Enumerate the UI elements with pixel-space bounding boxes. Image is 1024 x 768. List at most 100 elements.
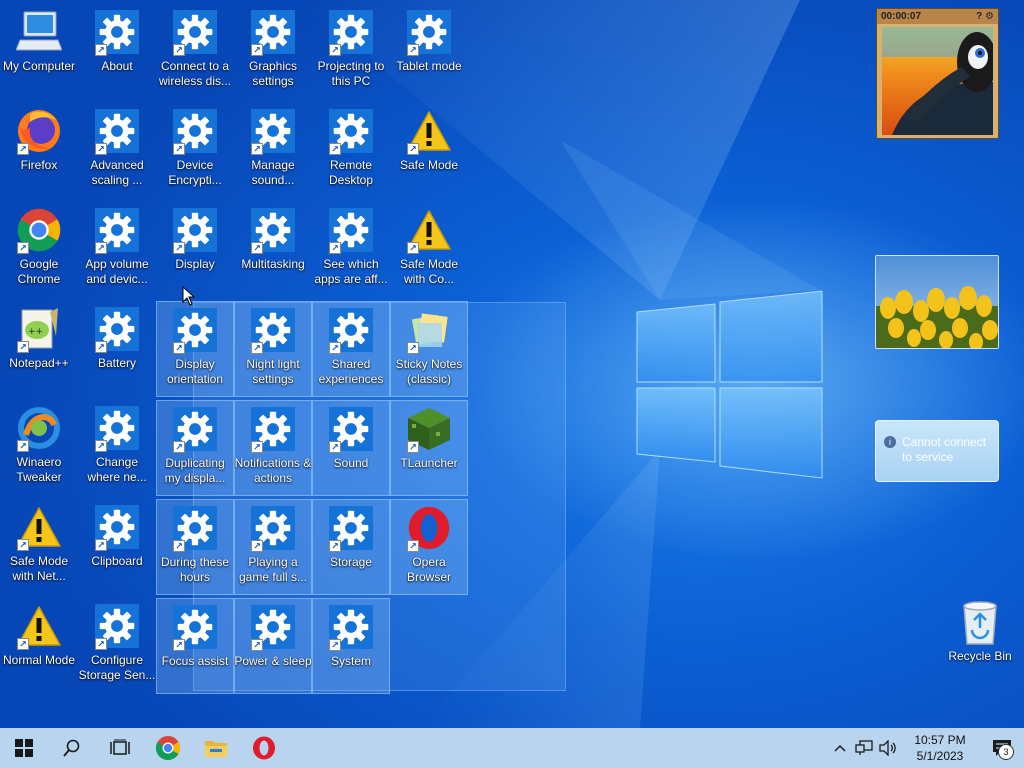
settings-gear-icon: ↗ xyxy=(249,603,297,651)
desktop-icon-focus-assist[interactable]: ↗ Focus assist xyxy=(156,598,234,694)
shortcut-arrow-icon: ↗ xyxy=(95,440,107,452)
toucan-photo xyxy=(882,27,993,135)
firefox-icon: ↗ xyxy=(15,107,63,155)
desktop-icon-opera-browser[interactable]: ↗ Opera Browser xyxy=(390,499,468,595)
folder-icon xyxy=(205,741,227,757)
desktop-icon-connect-wireless[interactable]: ↗ Connect to a wireless dis... xyxy=(156,4,234,100)
help-icon[interactable]: ? xyxy=(976,11,982,22)
settings-gear-icon: ↗ xyxy=(171,603,219,651)
desktop-icon-label: During these hours xyxy=(160,555,230,584)
desktop-icon-graphics-settings[interactable]: ↗ Graphics settings xyxy=(234,4,312,100)
desktop-icon-advanced-scaling[interactable]: ↗ Advanced scaling ... xyxy=(78,103,156,199)
desktop-icon-label: Safe Mode with Net... xyxy=(9,554,69,583)
desktop-icon-label: Advanced scaling ... xyxy=(90,158,144,187)
desktop-icon-playing-game[interactable]: ↗ Playing a game full s... xyxy=(234,499,312,595)
desktop-icon-configure-storage[interactable]: ↗ Configure Storage Sen... xyxy=(78,598,156,694)
settings-gear-icon: ↗ xyxy=(93,305,141,353)
task-view-button[interactable] xyxy=(96,728,144,768)
desktop-icon-storage[interactable]: ↗ Storage xyxy=(312,499,390,595)
volume-tray[interactable] xyxy=(876,728,900,768)
grass-block-icon: ↗ xyxy=(405,405,453,453)
desktop-icon-normal-mode[interactable]: ↗ Normal Mode xyxy=(0,598,78,694)
desktop-icon-my-computer[interactable]: My Computer xyxy=(0,4,78,100)
settings-gear-icon: ↗ xyxy=(249,107,297,155)
desktop-icon-clipboard[interactable]: ↗ Clipboard xyxy=(78,499,156,595)
desktop-icon-label: Multitasking xyxy=(241,257,305,271)
desktop-icon-manage-sound[interactable]: ↗ Manage sound... xyxy=(234,103,312,199)
desktop-icon-safe-mode-network[interactable]: ↗ Safe Mode with Net... xyxy=(0,499,78,595)
desktop-icon-night-light[interactable]: ↗ Night light settings xyxy=(234,301,312,397)
shortcut-arrow-icon: ↗ xyxy=(407,44,419,56)
slideshow-gadget[interactable] xyxy=(875,255,999,349)
shortcut-arrow-icon: ↗ xyxy=(95,638,107,650)
shortcut-arrow-icon: ↗ xyxy=(173,342,185,354)
desktop-icon-remote-desktop[interactable]: ↗ Remote Desktop xyxy=(312,103,390,199)
taskbar-clock[interactable]: 10:57 PM 5/1/2023 xyxy=(900,732,980,764)
desktop-icon-winaero-tweaker[interactable]: ↗ Winaero Tweaker xyxy=(0,400,78,496)
desktop-icon-power-sleep[interactable]: ↗ Power & sleep xyxy=(234,598,312,694)
start-button[interactable] xyxy=(0,728,48,768)
desktop-icon-google-chrome[interactable]: ↗ Google Chrome xyxy=(0,202,78,298)
desktop-icon-tlauncher[interactable]: ↗ TLauncher xyxy=(390,400,468,496)
taskbar-opera[interactable] xyxy=(240,728,288,768)
settings-gear-icon: ↗ xyxy=(327,603,375,651)
taskbar-chrome[interactable] xyxy=(144,728,192,768)
opera-icon xyxy=(253,736,275,760)
desktop-icon-label: Device Encrypti... xyxy=(168,158,222,187)
desktop-icon-during-these-hours[interactable]: ↗ During these hours xyxy=(156,499,234,595)
desktop-icon-see-which-apps[interactable]: ↗ See which apps are aff... xyxy=(312,202,390,298)
desktop-icon-label: App volume and devic... xyxy=(85,257,149,286)
recycle-bin-icon xyxy=(963,601,997,645)
desktop-icon-safe-mode-command[interactable]: ↗ Safe Mode with Co... xyxy=(390,202,468,298)
settings-gear-icon: ↗ xyxy=(93,404,141,452)
desktop-icon-safe-mode[interactable]: ↗ Safe Mode xyxy=(390,103,468,199)
settings-icon[interactable]: ⚙ xyxy=(985,11,994,22)
shortcut-arrow-icon: ↗ xyxy=(407,342,419,354)
desktop-icon-label: Display xyxy=(175,257,215,271)
desktop-icon-display-orientation[interactable]: ↗ Display orientation xyxy=(156,301,234,397)
desktop-icon-device-encryption[interactable]: ↗ Device Encrypti... xyxy=(156,103,234,199)
webcam-timer-gadget[interactable]: 00:00:07 ? ⚙ xyxy=(876,8,999,139)
desktop-icon-shared-experiences[interactable]: ↗ Shared experiences xyxy=(312,301,390,397)
shortcut-arrow-icon: ↗ xyxy=(17,638,29,650)
warning-icon: ↗ xyxy=(15,602,63,650)
desktop-icon-notepad-pp[interactable]: ++ ↗ Notepad++ xyxy=(0,301,78,397)
desktop-icon-firefox[interactable]: ↗ Firefox xyxy=(0,103,78,199)
recycle-bin[interactable]: Recycle Bin xyxy=(940,598,1020,678)
desktop-icon-app-volume[interactable]: ↗ App volume and devic... xyxy=(78,202,156,298)
desktop-icon-label: About xyxy=(101,59,133,73)
shortcut-arrow-icon: ↗ xyxy=(173,143,185,155)
desktop-icon-battery[interactable]: ↗ Battery xyxy=(78,301,156,397)
shortcut-arrow-icon: ↗ xyxy=(329,441,341,453)
settings-gear-icon: ↗ xyxy=(327,8,375,56)
shortcut-arrow-icon: ↗ xyxy=(251,342,263,354)
show-hidden-icons[interactable] xyxy=(828,728,852,768)
gadget-controls[interactable]: ? ⚙ xyxy=(976,11,994,22)
search-button[interactable] xyxy=(48,728,96,768)
network-tray[interactable] xyxy=(852,728,876,768)
desktop-icon-sound[interactable]: ↗ Sound xyxy=(312,400,390,496)
desktop-icon-multitasking[interactable]: ↗ Multitasking xyxy=(234,202,312,298)
desktop[interactable]: My Computer ↗ About ↗ Connect to a wireless … xyxy=(0,0,1024,728)
desktop-icon-tablet-mode[interactable]: ↗ Tablet mode xyxy=(390,4,468,100)
weather-message: Cannot connect to service xyxy=(902,435,987,464)
desktop-icon-sticky-notes[interactable]: ↗ Sticky Notes (classic) xyxy=(390,301,468,397)
desktop-icon-label: Configure Storage Sen... xyxy=(78,653,156,682)
desktop-icon-system[interactable]: ↗ System xyxy=(312,598,390,694)
desktop-icon-about[interactable]: ↗ About xyxy=(78,4,156,100)
taskbar-file-explorer[interactable] xyxy=(192,728,240,768)
desktop-icon-projecting[interactable]: ↗ Projecting to this PC xyxy=(312,4,390,100)
shortcut-arrow-icon: ↗ xyxy=(329,143,341,155)
desktop-icon-label: Notepad++ xyxy=(9,356,69,370)
desktop-icon-label: Tablet mode xyxy=(396,59,462,73)
shortcut-arrow-icon: ↗ xyxy=(173,242,185,254)
desktop-icon-duplicating[interactable]: ↗ Duplicating my displa... xyxy=(156,400,234,496)
desktop-icon-change-where[interactable]: ↗ Change where ne... xyxy=(78,400,156,496)
weather-gadget[interactable]: i Cannot connect to service xyxy=(875,420,999,482)
action-center-button[interactable]: 3 xyxy=(980,728,1024,768)
desktop-icon-notifications[interactable]: ↗ Notifications & actions xyxy=(234,400,312,496)
settings-gear-icon: ↗ xyxy=(171,504,219,552)
warning-icon: ↗ xyxy=(405,206,453,254)
warning-icon: ↗ xyxy=(405,107,453,155)
desktop-icon-display[interactable]: ↗ Display xyxy=(156,202,234,298)
